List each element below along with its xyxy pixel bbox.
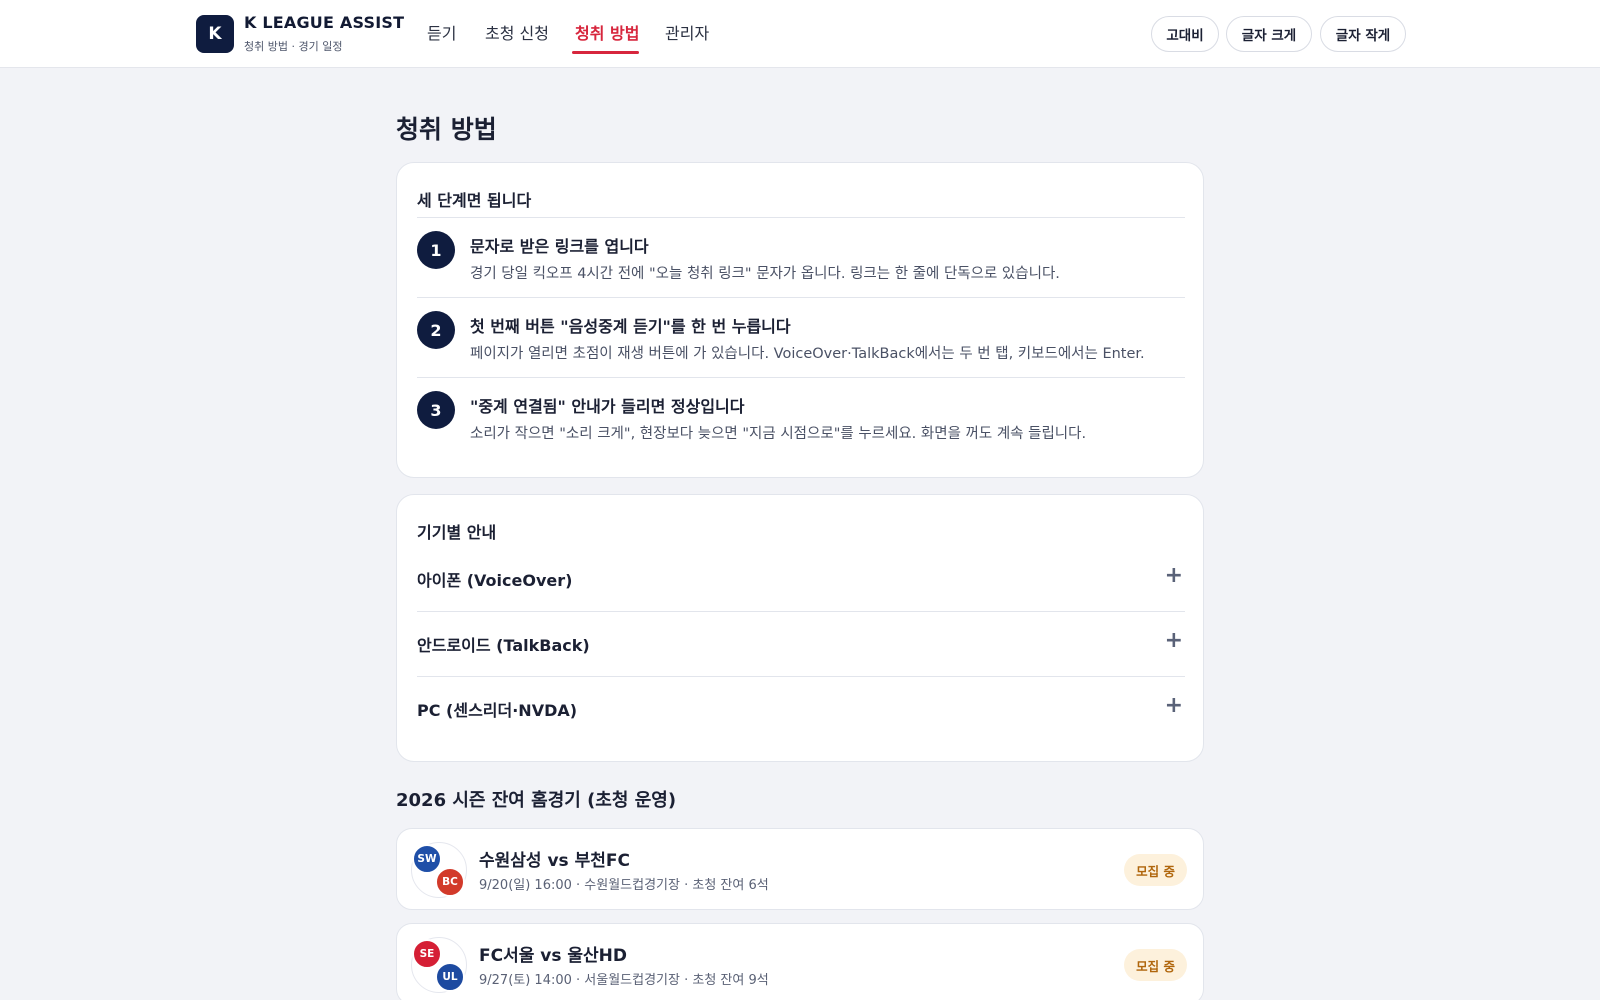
home-team-crest-icon: SE [412, 939, 442, 969]
away-team-crest-icon: UL [435, 962, 465, 992]
step-description: 페이지가 열리면 초점이 재생 버튼에 가 있습니다. VoiceOver·Ta… [470, 346, 1145, 362]
nav-listen[interactable]: 듣기 [427, 20, 456, 44]
step-title: 첫 번째 버튼 "음성중계 듣기"를 한 번 누릅니다 [470, 317, 791, 336]
match-meta: 9/20(일) 16:00 · 수원월드컵경기장 · 초청 잔여 6석 [479, 878, 769, 893]
divider [417, 377, 1185, 378]
expand-plus-icon[interactable]: + [1165, 563, 1183, 588]
step-title: "중계 연결됨" 안내가 들리면 정상입니다 [470, 397, 745, 416]
away-team-crest-icon: BC [435, 867, 465, 897]
step-number-badge: 3 [417, 391, 455, 429]
accordion-android-talkback[interactable]: 안드로이드 (TalkBack) + [417, 612, 1185, 676]
match-meta: 9/27(토) 14:00 · 서울월드컵경기장 · 초청 잔여 9석 [479, 973, 769, 988]
device-guide-card: 기기별 안내 아이폰 (VoiceOver) + 안드로이드 (TalkBack… [396, 494, 1204, 762]
match-title: 수원삼성 vs 부천FC [479, 851, 630, 871]
nav-how-to-listen[interactable]: 청취 방법 [575, 20, 639, 44]
accordion-iphone-voiceover[interactable]: 아이폰 (VoiceOver) + [417, 547, 1185, 611]
nav-admin[interactable]: 관리자 [665, 20, 709, 44]
brand-subtitle: 청취 방법 · 경기 일정 [244, 40, 343, 53]
divider [417, 217, 1185, 218]
step-description: 경기 당일 킥오프 4시간 전에 "오늘 청취 링크" 문자가 옵니다. 링크는… [470, 266, 1060, 282]
match-title: FC서울 vs 울산HD [479, 946, 628, 966]
page-title: 청취 방법 [396, 115, 497, 144]
team-crests: SW BC [411, 842, 467, 898]
accordion-label: 안드로이드 (TalkBack) [417, 636, 590, 655]
schedule-title: 2026 시즌 잔여 홈경기 (초청 운영) [396, 790, 677, 811]
match-card[interactable]: SW BC 수원삼성 vs 부천FC 9/20(일) 16:00 · 수원월드컵… [396, 828, 1204, 910]
step-description: 소리가 작으면 "소리 크게", 현장보다 늦으면 "지금 시점으로"를 누르세… [470, 426, 1087, 442]
home-team-crest-icon: SW [412, 844, 442, 874]
accordion-pc-screenreader[interactable]: PC (센스리더·NVDA) + [417, 677, 1185, 741]
steps-heading: 세 단계면 됩니다 [417, 191, 532, 210]
high-contrast-button[interactable]: 고대비 [1151, 16, 1219, 52]
match-card[interactable]: SE UL FC서울 vs 울산HD 9/27(토) 14:00 · 서울월드컵… [396, 923, 1204, 1000]
divider [417, 297, 1185, 298]
steps-card: 세 단계면 됩니다 1 문자로 받은 링크를 엽니다 경기 당일 킥오프 4시간… [396, 162, 1204, 478]
step-number-badge: 2 [417, 311, 455, 349]
font-larger-button[interactable]: 글자 크게 [1226, 16, 1312, 52]
accordion-label: 아이폰 (VoiceOver) [417, 571, 573, 590]
accordion-label: PC (센스리더·NVDA) [417, 701, 578, 720]
step-title: 문자로 받은 링크를 엽니다 [470, 237, 649, 256]
expand-plus-icon[interactable]: + [1165, 693, 1183, 718]
logo-icon[interactable]: K [196, 15, 234, 53]
status-badge: 모집 중 [1124, 949, 1187, 981]
top-navigation-bar: K K LEAGUE ASSIST 청취 방법 · 경기 일정 듣기 초청 신청… [0, 0, 1600, 68]
font-smaller-button[interactable]: 글자 작게 [1320, 16, 1406, 52]
step-number-badge: 1 [417, 231, 455, 269]
active-nav-indicator [572, 51, 639, 54]
team-crests: SE UL [411, 937, 467, 993]
brand-title[interactable]: K LEAGUE ASSIST [244, 13, 404, 32]
expand-plus-icon[interactable]: + [1165, 628, 1183, 653]
status-badge: 모집 중 [1124, 854, 1187, 886]
device-guide-heading: 기기별 안내 [417, 523, 497, 542]
nav-invite-request[interactable]: 초청 신청 [485, 20, 549, 44]
